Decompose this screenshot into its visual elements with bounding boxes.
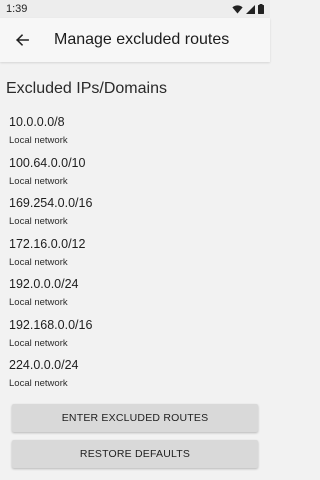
list-item: 100.64.0.0/10 Local network — [9, 155, 259, 196]
list-item: 10.0.0.0/8 Local network — [9, 114, 259, 155]
wifi-icon — [232, 4, 243, 14]
route-ip: 169.254.0.0/16 — [9, 196, 93, 210]
app-bar: Manage excluded routes — [0, 18, 270, 62]
arrow-back-icon — [16, 34, 29, 46]
restore-defaults-button[interactable]: RESTORE DEFAULTS — [12, 440, 258, 468]
status-icons — [232, 4, 264, 14]
list-item: 172.16.0.0/12 Local network — [9, 236, 259, 277]
route-list: 10.0.0.0/8 Local network 100.64.0.0/10 L… — [9, 114, 259, 398]
route-description: Local network — [9, 175, 68, 187]
route-description: Local network — [9, 256, 68, 268]
content: Excluded IPs/Domains 10.0.0.0/8 Local ne… — [0, 62, 270, 480]
route-description: Local network — [9, 216, 68, 227]
route-ip: 172.16.0.0/12 — [9, 236, 86, 251]
battery-icon — [258, 4, 264, 14]
route-description: Local network — [9, 378, 68, 389]
route-description: Local network — [9, 337, 68, 349]
list-item: 169.254.0.0/16 Local network — [9, 195, 259, 236]
route-ip: 100.64.0.0/10 — [9, 155, 86, 170]
list-item: 192.168.0.0/16 Local network — [9, 317, 259, 358]
page-title: Manage excluded routes — [54, 31, 230, 48]
route-ip: 10.0.0.0/8 — [9, 115, 65, 129]
route-description: Local network — [9, 135, 68, 146]
route-ip: 224.0.0.0/24 — [9, 358, 79, 372]
list-item: 192.0.0.0/24 Local network — [9, 276, 259, 317]
route-ip: 192.168.0.0/16 — [9, 317, 93, 332]
signal-icon — [246, 4, 255, 14]
back-button[interactable] — [2, 18, 42, 62]
route-description: Local network — [9, 297, 68, 308]
route-ip: 192.0.0.0/24 — [9, 277, 79, 291]
list-item: 224.0.0.0/24 Local network — [9, 357, 259, 398]
enter-excluded-routes-button[interactable]: ENTER EXCLUDED ROUTES — [12, 404, 258, 432]
status-time: 1:39 — [6, 3, 28, 15]
status-bar: 1:39 — [0, 0, 270, 18]
section-title: Excluded IPs/Domains — [6, 80, 167, 97]
